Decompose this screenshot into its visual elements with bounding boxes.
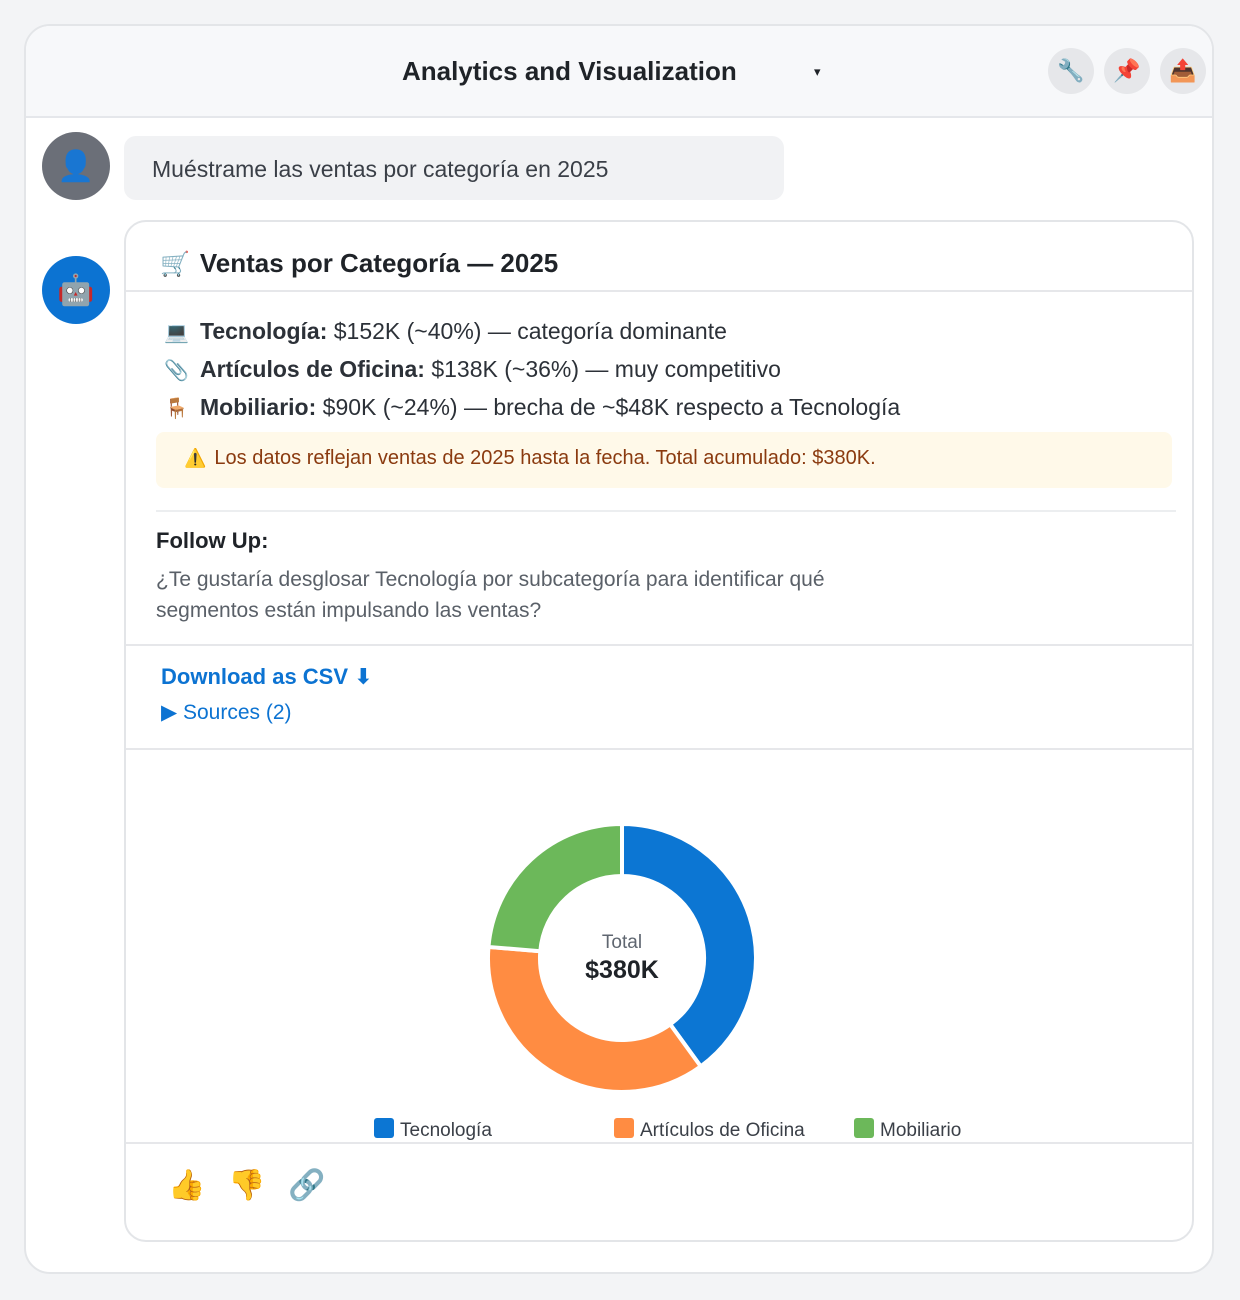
legend-swatch	[614, 1118, 634, 1138]
warning-text: Los datos reflejan ventas de 2025 hasta …	[214, 447, 876, 469]
divider	[126, 290, 1192, 292]
legend-label[interactable]: Tecnología	[400, 1120, 492, 1141]
legend-label[interactable]: Artículos de Oficina	[640, 1120, 805, 1141]
donut-center-value: $380K	[585, 956, 659, 984]
laptop-icon: 💻	[164, 322, 189, 344]
thumbs-down-icon[interactable]: 👎	[228, 1168, 265, 1203]
divider	[126, 644, 1192, 646]
sources-toggle[interactable]: ▶ Sources (2)	[161, 700, 292, 725]
response-card: 🛒 Ventas por Categoría — 2025 💻 Tecnología…	[124, 220, 1194, 1242]
warning-banner: ⚠️ Los datos reflejan ventas de 2025 hast…	[156, 432, 1172, 488]
legend-swatch	[854, 1118, 874, 1138]
header-bar: Analytics and Visualization ▾ 🔧 📌 📤	[26, 26, 1212, 118]
chevron-down-icon[interactable]: ▾	[814, 64, 821, 80]
follow-up-text: ¿Te gustaría desglosar Tecnología por su…	[156, 568, 825, 622]
download-csv-link[interactable]: Download as CSV ⬇	[161, 664, 373, 690]
app-window: Analytics and Visualization ▾ 🔧 📌 📤 👤 Mu…	[24, 24, 1214, 1274]
response-title: 🛒 Ventas por Categoría — 2025	[160, 248, 558, 279]
bot-avatar: 🤖	[42, 256, 110, 324]
warning-icon: ⚠️	[184, 448, 207, 468]
link-icon[interactable]: 🔗	[288, 1168, 325, 1203]
paperclip-icon: 📎	[164, 360, 189, 382]
share-icon: 📤	[1169, 58, 1197, 83]
summary-list: 💻 Tecnología: $152K (~40%) — categoría do…	[164, 312, 900, 426]
donut-center-label: Total	[602, 932, 642, 953]
legend-swatch	[374, 1118, 394, 1138]
chair-icon: 🪑	[164, 398, 189, 420]
bullet-text: $90K (~24%) — brecha de ~$48K respecto a…	[316, 394, 901, 420]
legend-label[interactable]: Mobiliario	[880, 1120, 961, 1141]
pin-icon: 📌	[1113, 58, 1141, 83]
wrench-icon: 🔧	[1057, 58, 1085, 83]
list-item: 💻 Tecnología: $152K (~40%) — categoría do…	[164, 312, 900, 350]
page-title: Analytics and Visualization	[402, 56, 737, 86]
shopping-cart-icon: 🛒	[160, 251, 190, 278]
divider	[126, 1142, 1192, 1144]
bullet-label: Mobiliario:	[200, 394, 317, 420]
donut-slice-0[interactable]	[620, 821, 758, 1070]
robot-icon: 🤖	[57, 273, 95, 307]
bullet-text: $138K (~36%) — muy competitivo	[424, 356, 781, 382]
share-button[interactable]: 📤	[1160, 48, 1206, 94]
divider	[156, 510, 1176, 512]
feedback-actions: 👍 👎 🔗	[168, 1168, 325, 1203]
bullet-text: $152K (~40%) — categoría dominante	[327, 318, 727, 344]
donut-chart: Total $380K Tecnología Artículos de Oficina…	[374, 821, 961, 1141]
bullet-label: Tecnología:	[200, 318, 328, 344]
user-message: Muéstrame las ventas por categoría en 20…	[124, 136, 784, 200]
list-item: 🪑 Mobiliario: $90K (~24%) — brecha de ~$4…	[164, 388, 900, 426]
list-item: 📎 Artículos de Oficina: $138K (~36%) — mu…	[164, 350, 900, 388]
follow-up-title: Follow Up:	[156, 528, 269, 553]
bullet-label: Artículos de Oficina:	[200, 356, 425, 382]
wrench-button[interactable]: 🔧	[1048, 48, 1094, 94]
user-icon: 👤	[57, 149, 95, 183]
user-avatar: 👤	[42, 132, 110, 200]
response-title-text: Ventas por Categoría — 2025	[199, 248, 559, 278]
thumbs-up-icon[interactable]: 👍	[168, 1168, 205, 1203]
pin-button[interactable]: 📌	[1104, 48, 1150, 94]
